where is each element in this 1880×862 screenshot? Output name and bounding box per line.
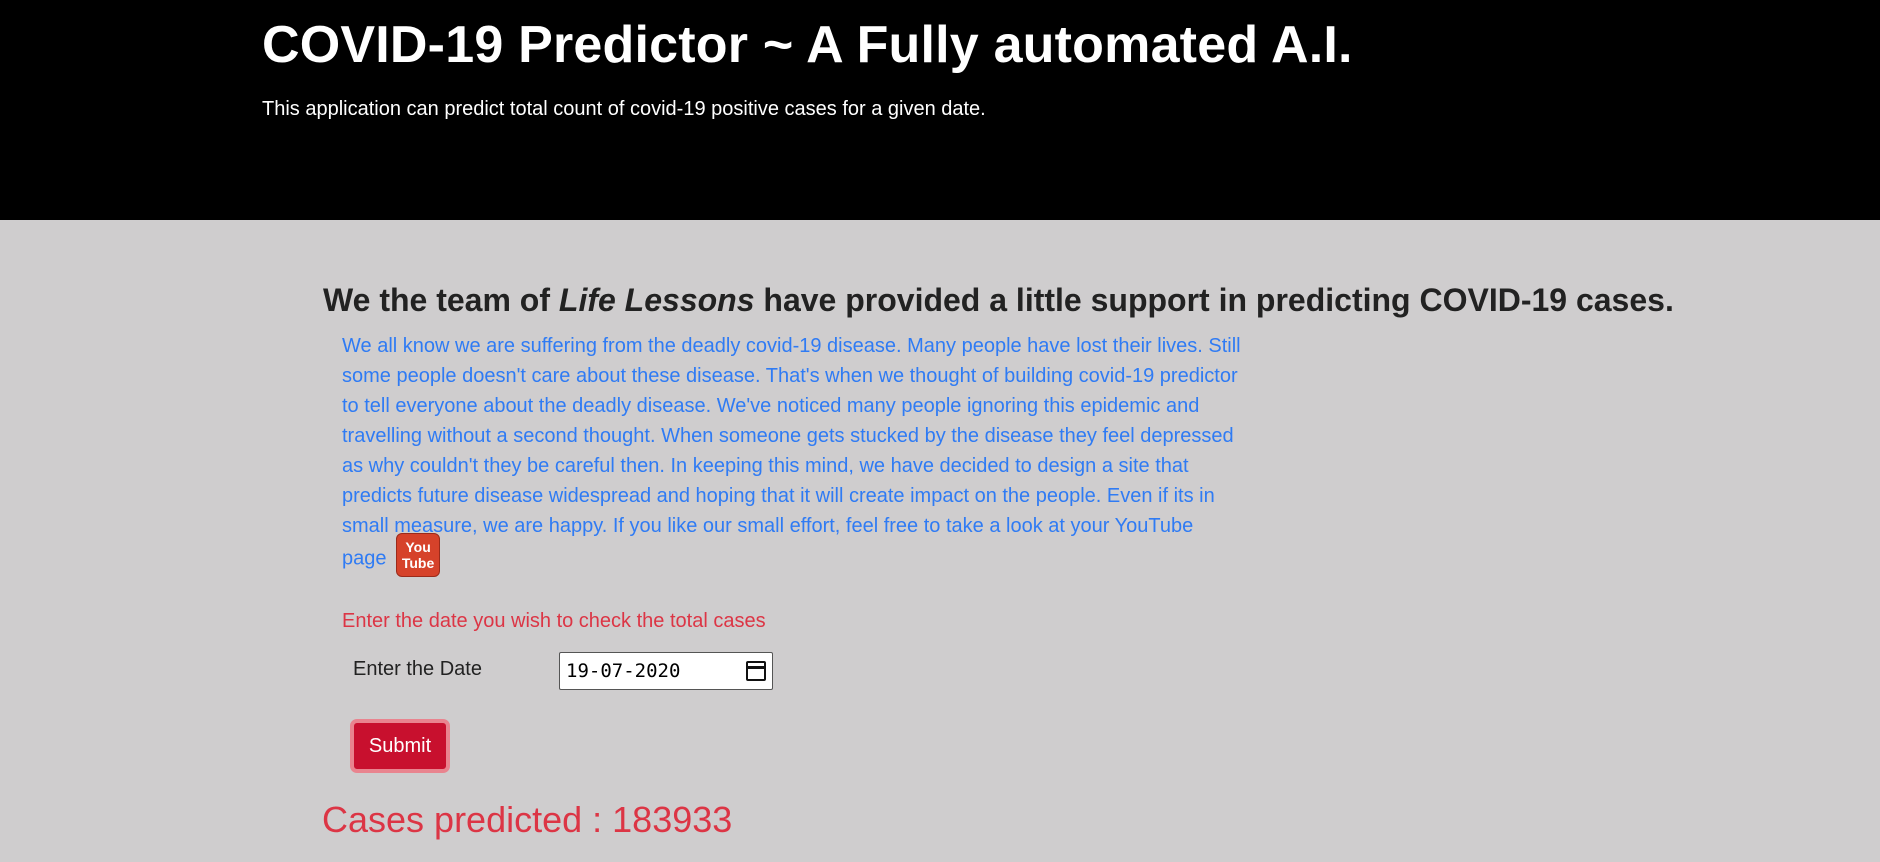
intro-paragraph: We all know we are suffering from the de… xyxy=(342,331,1242,577)
youtube-icon[interactable]: You Tube xyxy=(396,533,441,577)
team-name: Life Lessons xyxy=(558,282,755,318)
date-value: 19-07-2020 xyxy=(566,660,681,682)
intro-text: We all know we are suffering from the de… xyxy=(342,335,1241,537)
calendar-icon[interactable] xyxy=(746,661,766,681)
date-label: Enter the Date xyxy=(353,658,482,680)
youtube-icon-top: You xyxy=(405,539,431,555)
date-prompt: Enter the date you wish to check the tot… xyxy=(342,610,766,632)
date-input[interactable]: 19-07-2020 xyxy=(559,652,773,690)
youtube-icon-bottom: Tube xyxy=(401,555,435,571)
team-heading: We the team of Life Lessons have provide… xyxy=(323,0,1674,320)
submit-button[interactable]: Submit xyxy=(350,719,450,773)
team-heading-suffix: have provided a little support in predic… xyxy=(754,282,1674,318)
prediction-result: Cases predicted : 183933 xyxy=(322,799,733,840)
team-heading-prefix: We the team of xyxy=(323,282,559,318)
